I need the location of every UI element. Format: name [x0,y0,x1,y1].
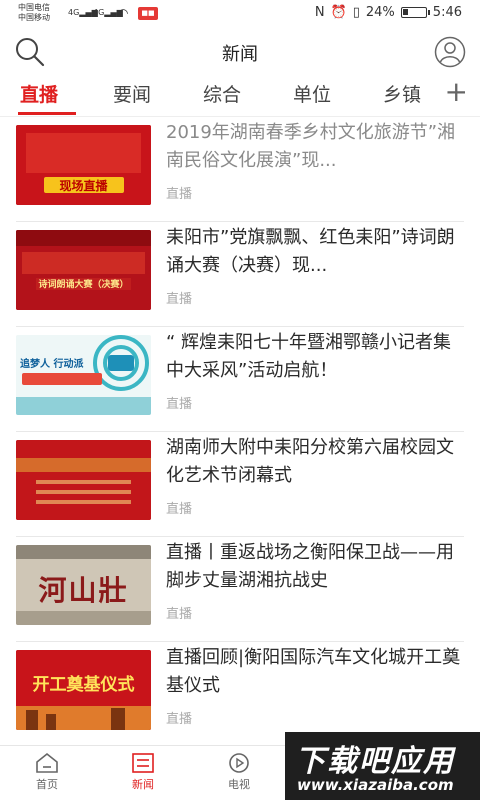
news-title[interactable]: 2019年湖南春季乡村文化旅游节”湘南民俗文化展演”现... [166,119,464,175]
battery-percent: 24% [365,5,395,20]
nav-news-label: 新闻 [132,778,154,791]
tab-general[interactable]: 综合 [203,80,241,107]
watermark-title: 下载吧应用 [295,744,455,779]
thumbnail-graphic [16,335,151,415]
news-tag: 直播 [166,712,193,727]
nav-tv-label: 电视 [228,778,250,791]
news-item[interactable]: 诗词朗诵大赛（决赛） 耒阳市”党旗飘飘、红色耒阳”诗词朗诵大赛（决赛）现... … [16,222,464,327]
carrier-names: 中国电信 中国移动 [18,3,50,23]
news-thumbnail: 追梦人 行动派 [16,335,151,415]
news-tag: 直播 [166,607,193,622]
news-tag: 直播 [166,397,193,412]
news-tag: 直播 [166,502,193,517]
nav-tv[interactable]: 电视 [209,752,269,792]
tab-units[interactable]: 单位 [293,80,331,107]
thumbnail-caption: 河山壯 [38,574,129,607]
tab-towns[interactable]: 乡镇 [383,80,421,107]
clock: 5:46 [432,5,462,20]
alarm-icon: ⏰ [330,5,347,20]
tab-live[interactable]: 直播 [20,80,58,107]
tv-icon [229,753,249,773]
status-bar: 中国电信 中国移动 4G▂▄▆ 4G▂▄▆ ◠ ■■ Ν ⏰ ▯ 24% 5:4… [0,0,480,28]
carrier-2: 中国移动 [18,13,50,22]
nav-news[interactable]: 新闻 [113,752,173,792]
profile-button[interactable] [434,36,466,68]
site-watermark: 下载吧应用 www.xiazaiba.com [285,732,480,800]
news-thumbnail [16,440,151,520]
watermark-url: www.xiazaiba.com [297,776,454,794]
nav-home-label: 首页 [36,778,58,791]
news-thumbnail: 开工奠基仪式 [16,650,151,730]
news-title[interactable]: 直播回顾|衡阳国际汽车文化城开工奠基仪式 [166,644,464,700]
wifi-icon: ◠ [118,6,129,20]
user-icon [434,36,466,68]
news-list: 现场直播 2019年湖南春季乡村文化旅游节”湘南民俗文化展演”现... 直播 诗… [0,117,480,747]
news-thumbnail: 诗词朗诵大赛（决赛） [16,230,151,310]
news-title[interactable]: 耒阳市”党旗飘飘、红色耒阳”诗词朗诵大赛（决赛）现... [166,224,464,280]
nav-home[interactable]: 首页 [17,752,77,792]
news-item[interactable]: 现场直播 2019年湖南春季乡村文化旅游节”湘南民俗文化展演”现... 直播 [16,117,464,222]
news-thumbnail: 河山壯 [16,545,151,625]
tab-headlines[interactable]: 要闻 [113,80,151,107]
news-title[interactable]: 湖南师大附中耒阳分校第六届校园文化艺术节闭幕式 [166,434,464,490]
news-thumbnail: 现场直播 [16,125,151,205]
battery-icon [400,7,430,18]
thumbnail-graphic [16,230,151,310]
active-tab-indicator [18,112,76,115]
signal-2-label: 4G [93,8,105,17]
thumbnail-caption: 追梦人 行动派 [20,359,84,370]
news-tag: 直播 [166,187,193,202]
add-tab-button[interactable]: + [445,78,468,106]
thumbnail-caption: 开工奠基仪式 [32,675,135,695]
news-title[interactable]: 直播丨重返战场之衡阳保卫战——用脚步丈量湖湘抗战史 [166,539,464,595]
thumbnail-caption: 现场直播 [59,179,108,193]
thumbnail-caption: 诗词朗诵大赛（决赛） [38,280,129,290]
app-header: 新闻 [0,28,480,74]
nfc-icon: Ν [314,5,325,20]
category-tabs: 直播 要闻 综合 单位 乡镇 + [0,74,480,117]
page-title: 新闻 [222,44,258,65]
news-tag: 直播 [166,292,193,307]
battery-level [402,9,408,15]
news-item[interactable]: 追梦人 行动派 “ 辉煌耒阳七十年暨湘鄂赣小记者集中大采风”活动启航！ 直播 [16,327,464,432]
home-icon [36,752,58,773]
news-icon [132,753,154,773]
notification-app-icon: ■■ [138,7,158,20]
signal-1-label: 4G [68,8,80,17]
thumbnail-graphic [16,440,151,520]
news-item[interactable]: 湖南师大附中耒阳分校第六届校园文化艺术节闭幕式 直播 [16,432,464,537]
vibrate-icon: ▯ [352,5,360,20]
news-title[interactable]: “ 辉煌耒阳七十年暨湘鄂赣小记者集中大采风”活动启航！ [166,329,464,385]
news-item[interactable]: 河山壯 直播丨重返战场之衡阳保卫战——用脚步丈量湖湘抗战史 直播 [16,537,464,642]
carrier-1: 中国电信 [18,3,50,12]
status-right: Ν ⏰ ▯ 24% 5:46 [315,5,462,20]
